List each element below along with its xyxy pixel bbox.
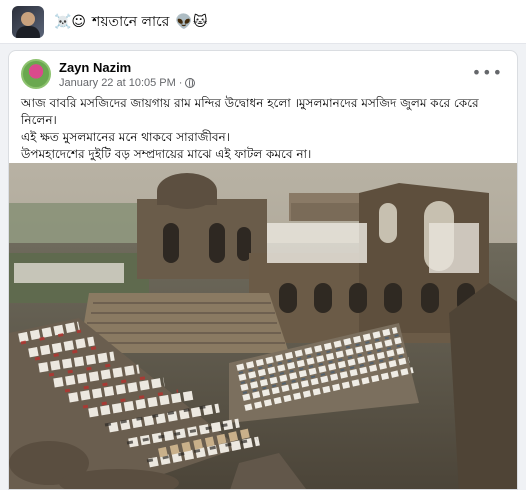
- post-timestamp: January 22 at 10:05 PM ·: [59, 76, 196, 89]
- group-header-bar: ☠️☺ শয়তানে লারে 👽🐱: [0, 0, 526, 44]
- group-title-suffix: 👽🐱: [175, 13, 208, 30]
- group-avatar[interactable]: [12, 5, 44, 38]
- post-photo[interactable]: [9, 163, 517, 489]
- post-time-link[interactable]: January 22 at 10:05 PM: [59, 77, 176, 89]
- group-title-prefix: ☠️☺: [54, 13, 87, 30]
- mosque-prayer-scene: [9, 163, 517, 489]
- post-text: আজ বাবরি মসজিদের জায়গায় রাম মন্দির উদ্…: [21, 95, 511, 163]
- post-text-line: উপমহাদেশের দুইটি বড় সম্প্রদায়ের মাঝে এ…: [21, 147, 312, 161]
- author-avatar[interactable]: [21, 59, 51, 89]
- post-card: Zayn Nazim January 22 at 10:05 PM · ••• …: [8, 50, 518, 490]
- time-separator: ·: [178, 76, 183, 89]
- post-header: Zayn Nazim January 22 at 10:05 PM ·: [21, 59, 196, 89]
- more-options-icon[interactable]: •••: [472, 63, 503, 82]
- group-title[interactable]: ☠️☺ শয়তানে লারে 👽🐱: [54, 10, 207, 34]
- post-text-line: আজ বাবরি মসজিদের জায়গায় রাম মন্দির উদ্…: [21, 96, 479, 127]
- author-meta: Zayn Nazim January 22 at 10:05 PM ·: [59, 60, 196, 89]
- post-text-line: এই ক্ষত মুসলমানের মনে থাকবে সারাজীবন।: [21, 130, 231, 144]
- author-name[interactable]: Zayn Nazim: [59, 60, 195, 75]
- group-title-text: শয়তানে লারে: [92, 13, 170, 30]
- globe-icon[interactable]: [185, 77, 196, 88]
